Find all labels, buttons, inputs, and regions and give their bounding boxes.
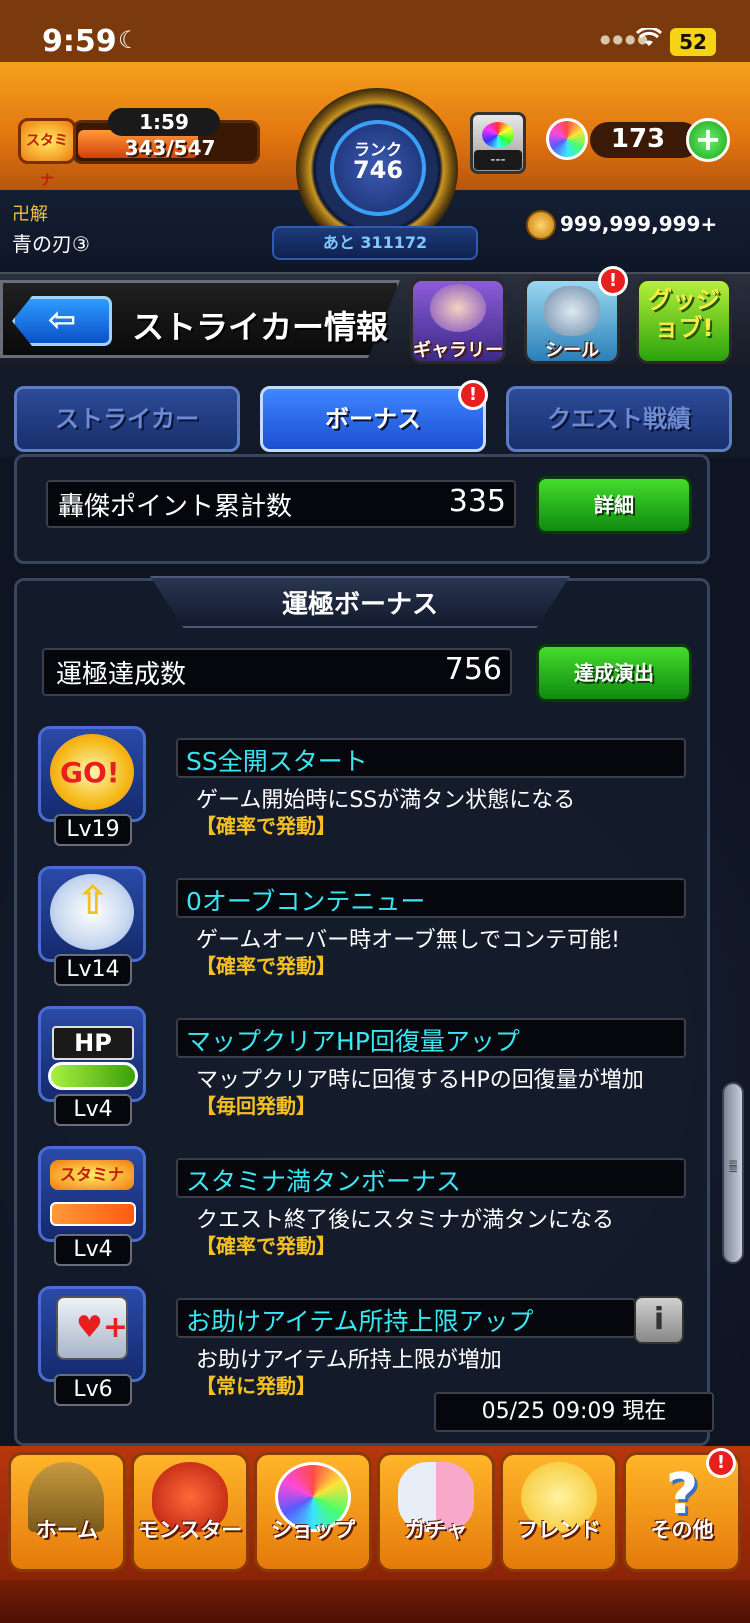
stamina-icon: スタミナ [18, 118, 76, 189]
up-arrow-icon: ⇧ [76, 878, 110, 924]
status-time: 9:59 [42, 24, 117, 59]
bonus-level: Lv4 [54, 1094, 132, 1126]
bonus-trigger: 【確率で発動】 [196, 814, 336, 838]
achievement-effect-button[interactable]: 達成演出 [536, 644, 692, 702]
hp-gauge-icon [48, 1062, 138, 1090]
player-title-name: 青の刃③ [12, 232, 90, 256]
gouketsu-label: 轟傑ポイント累計数 [58, 492, 293, 522]
bonus-trigger: 【確率で発動】 [196, 954, 336, 978]
moon-icon: ☾ [118, 26, 140, 54]
bonus-name: 0オーブコンテニュー [186, 887, 426, 916]
stamina-arrow-icon: スタミナ [50, 1160, 134, 1190]
bonus-trigger: 【常に発動】 [196, 1374, 316, 1398]
unkiwame-count-label: 運極達成数 [56, 660, 187, 690]
player-title-label: 卍解 [12, 204, 48, 225]
gallery-button-label: ギャラリー [413, 340, 503, 361]
nav-friend-label: フレンド [517, 1518, 601, 1542]
tab-bonus[interactable]: ボーナス [260, 386, 486, 452]
coin-icon [526, 210, 556, 240]
seal-dragon-icon [544, 286, 600, 336]
stamina-value: 343/547 [124, 136, 216, 160]
bonus-level: Lv6 [54, 1374, 132, 1406]
section-title: 運極ボーナス [281, 590, 438, 620]
page-title: ストライカー情報 [132, 308, 389, 346]
nav-home-label: ホーム [35, 1518, 99, 1542]
scroll-grip-icon: ≡ ≡ [727, 1156, 739, 1176]
back-button[interactable]: ⇦ [12, 296, 112, 346]
nav-monster-label: モンスター [137, 1518, 243, 1542]
orb-count: 173 [610, 124, 666, 154]
heart-plus-icon: ♥+ [76, 1310, 129, 1345]
other-alert-badge: ! [706, 1448, 736, 1478]
timestamp: 05/25 09:09 現在 [434, 1392, 714, 1432]
detail-button[interactable]: 詳細 [536, 476, 692, 534]
seal-button-label: シール [545, 340, 599, 361]
nav-shop-label: ショップ [271, 1518, 355, 1542]
bonus-name: マップクリアHP回復量アップ [186, 1027, 520, 1056]
gallery-characters-icon [430, 284, 486, 332]
goodjob-button-label: グッジョブ! [648, 286, 720, 342]
bonus-trigger: 【確率で発動】 [196, 1234, 336, 1258]
nav-other-label: その他 [650, 1518, 714, 1542]
battery-indicator: 52 [670, 28, 716, 56]
tab-quest-record[interactable]: クエスト戦績 [506, 386, 732, 452]
bottom-strip [0, 1580, 750, 1623]
bonus-trigger: 【毎回発動】 [196, 1094, 316, 1118]
hp-bar-icon: HP [52, 1026, 134, 1060]
rainbow-gem-icon [482, 122, 514, 148]
info-button[interactable]: i [634, 1296, 684, 1344]
nav-gacha-label: ガチャ [404, 1518, 468, 1542]
gouketsu-value: 335 [448, 484, 506, 519]
wifi-icon [636, 28, 662, 46]
rank-remaining: あと 311172 [272, 226, 478, 260]
bonus-name: お助けアイテム所持上限アップ [186, 1307, 534, 1336]
stamina-gauge-icon [50, 1202, 136, 1226]
bonus-level: Lv14 [54, 954, 132, 986]
bonus-level: Lv19 [54, 814, 132, 846]
seal-alert-badge: ! [598, 266, 628, 296]
bonus-tab-alert-badge: ! [458, 380, 488, 410]
rank-value: 746 [352, 156, 404, 184]
bonus-name: スタミナ満タンボーナス [186, 1167, 462, 1196]
go-text: GO! [60, 756, 120, 789]
bonus-name: SS全開スタート [186, 747, 368, 776]
coin-value: 999,999,999+ [560, 212, 718, 236]
item-slot-value: --- [474, 150, 522, 170]
tab-striker[interactable]: ストライカー [14, 386, 240, 452]
bonus-level: Lv4 [54, 1234, 132, 1266]
buy-orbs-button[interactable]: + [686, 118, 730, 162]
stamina-timer: 1:59 [108, 108, 220, 136]
orb-icon [546, 118, 588, 160]
unkiwame-count-value: 756 [444, 652, 502, 687]
